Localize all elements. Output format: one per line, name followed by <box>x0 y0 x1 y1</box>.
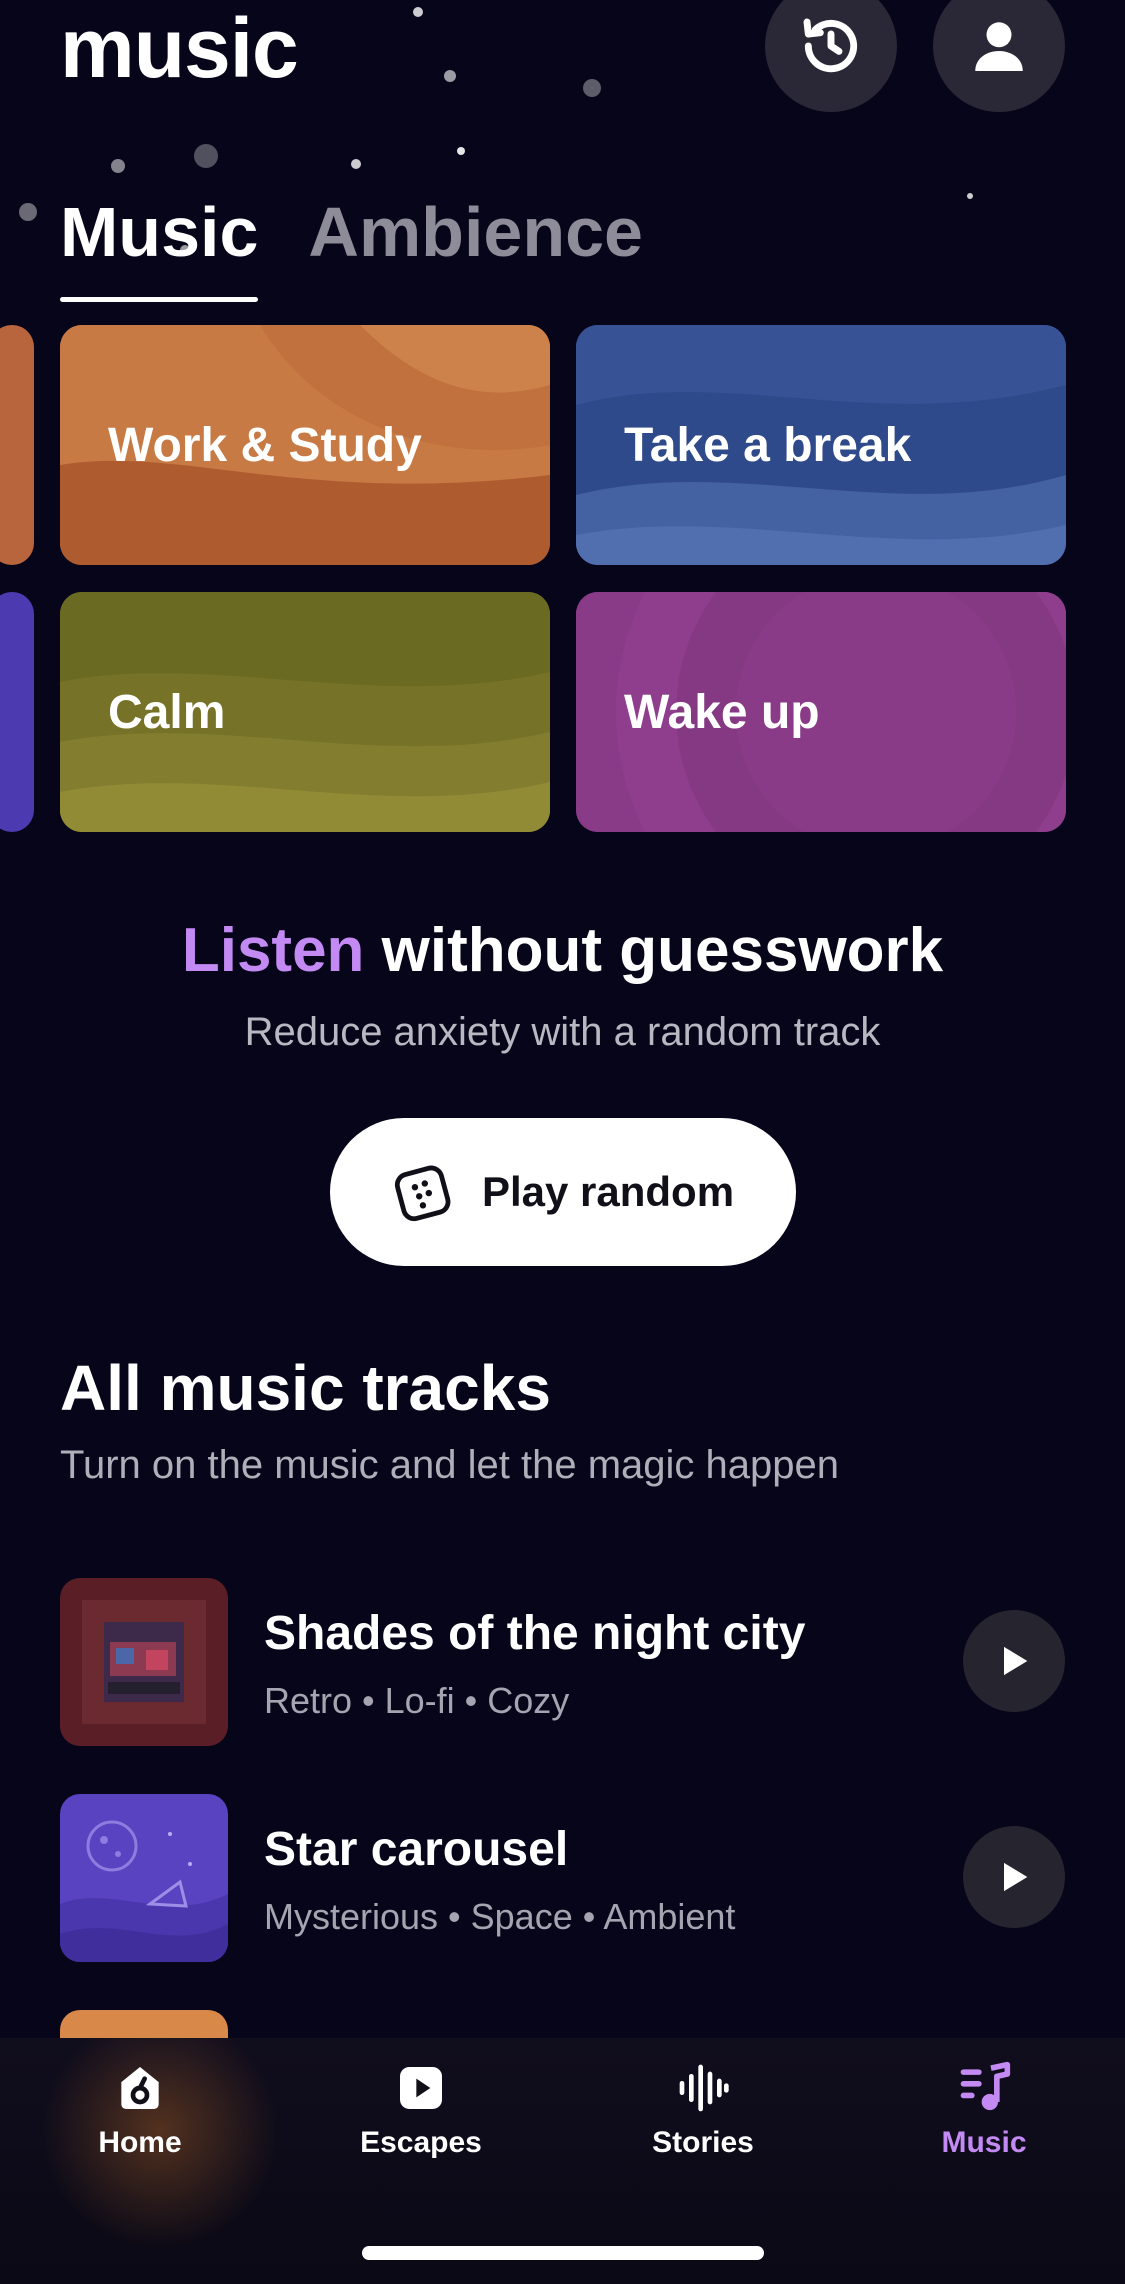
header: music <box>0 0 1125 140</box>
play-random-button[interactable]: Play random <box>330 1118 796 1266</box>
person-icon <box>975 22 1023 71</box>
track-tags: Retro • Lo-fi • Cozy <box>264 1680 570 1721</box>
history-icon <box>803 18 858 73</box>
history-button[interactable] <box>765 0 897 112</box>
nav-stories-label: Stories <box>652 2126 754 2159</box>
category-label: Calm <box>108 685 226 739</box>
category-card-calm[interactable]: Calm <box>60 592 550 832</box>
tab-music[interactable]: Music <box>60 190 259 302</box>
category-card-wake-up[interactable]: Wake up <box>576 592 1066 832</box>
tab-ambience[interactable]: Ambience <box>308 190 643 290</box>
play-random-label: Play random <box>481 1168 735 1215</box>
nav-music-label: Music <box>941 2126 1027 2159</box>
play-icon <box>400 2067 442 2109</box>
play-icon <box>1004 1862 1028 1892</box>
track-tags: Mysterious • Space • Ambient <box>264 1896 736 1937</box>
nav-home[interactable]: Home <box>40 2060 240 2160</box>
category-label: Work & Study <box>108 418 422 472</box>
tracks-section-subtitle: Turn on the music and let the magic happ… <box>60 1443 839 1487</box>
track-title: Shades of the night city <box>264 1607 806 1660</box>
nav-music[interactable]: Music <box>884 2060 1084 2160</box>
promo-title-accent: Listen <box>181 916 365 985</box>
category-label: Take a break <box>624 418 912 472</box>
promo-title-rest: without guesswork <box>381 916 944 985</box>
home-indicator[interactable] <box>362 2246 764 2260</box>
app-title: music <box>60 1 299 95</box>
category-card-take-a-break[interactable]: Take a break <box>576 325 1066 565</box>
category-card-peek[interactable] <box>0 325 34 565</box>
play-icon <box>1004 1646 1028 1676</box>
track-title: Star carousel <box>264 1823 569 1876</box>
track-artwork <box>60 1578 228 1746</box>
track-row[interactable]: Star carousel Mysterious • Space • Ambie… <box>60 1794 1065 1962</box>
promo-title: Listen without guesswork <box>0 915 1125 987</box>
nav-escapes[interactable]: Escapes <box>321 2060 521 2160</box>
promo-subtitle: Reduce anxiety with a random track <box>244 1010 881 1054</box>
dice-icon <box>394 1165 451 1222</box>
category-card-peek[interactable] <box>0 592 34 832</box>
category-card-work-study[interactable]: Work & Study <box>60 325 550 565</box>
track-play-button[interactable] <box>963 1826 1065 1928</box>
category-label: Wake up <box>624 685 820 739</box>
home-icon <box>121 2067 159 2109</box>
nav-escapes-label: Escapes <box>360 2126 482 2159</box>
nav-stories[interactable]: Stories <box>603 2060 803 2160</box>
track-row[interactable]: Shades of the night city Retro • Lo-fi •… <box>60 1578 1065 1746</box>
waveform-icon <box>679 2064 729 2112</box>
tab-bar: Music Ambience <box>60 190 643 302</box>
track-artwork <box>60 1794 228 1962</box>
profile-button[interactable] <box>933 0 1065 112</box>
track-play-button[interactable] <box>963 1610 1065 1712</box>
music-note-icon <box>960 2061 1011 2111</box>
nav-home-label: Home <box>98 2126 182 2159</box>
tracks-section-title: All music tracks <box>60 1352 551 1424</box>
